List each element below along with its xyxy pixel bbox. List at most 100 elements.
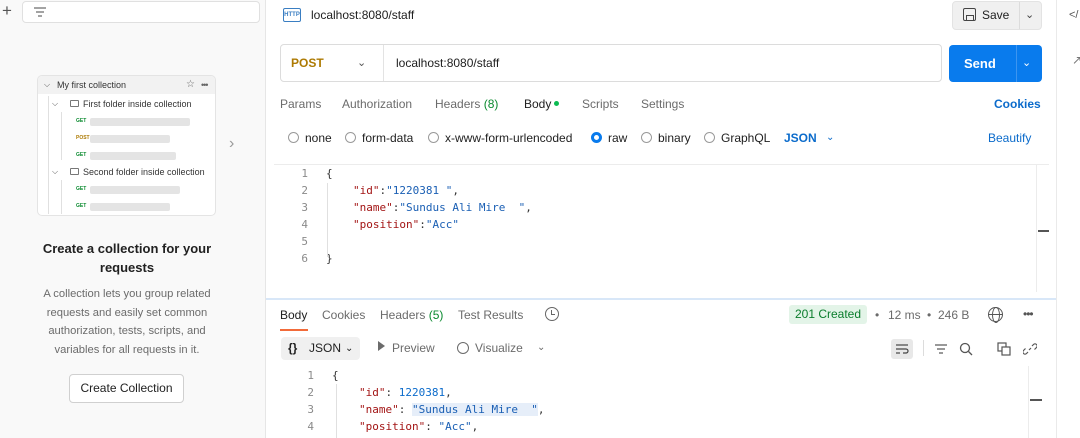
response-format-select[interactable]: {} JSON ⌄	[281, 337, 360, 360]
url-input[interactable]: localhost:8080/staff	[396, 45, 499, 81]
json-end: ,	[445, 386, 452, 399]
illustration-header: ⌵ My first collection ☆ •••	[38, 76, 215, 94]
create-collection-button[interactable]: Create Collection	[69, 374, 184, 403]
chevron-down-icon: ⌵	[44, 80, 51, 89]
json-value: "Acc"	[438, 420, 472, 433]
tab-headers-label: Headers	[435, 97, 481, 111]
active-tab-indicator	[280, 329, 308, 331]
save-label: Save	[982, 8, 1010, 22]
visualize-label: Visualize	[475, 341, 523, 355]
radio-raw[interactable]: raw	[591, 131, 627, 145]
status-badge[interactable]: 201 Created	[789, 305, 867, 324]
send-label: Send	[964, 56, 996, 71]
code-line: 2 "id":"1220381 ",	[274, 182, 1034, 199]
code-line: 3 "name": "Sundus Ali Mire ",	[280, 401, 1020, 418]
send-button[interactable]: Send ⌄	[949, 45, 1042, 82]
request-body-editor[interactable]: 1{ 2 "id":"1220381 ", 3 "name":"Sundus Ali…	[274, 164, 1049, 292]
placeholder-bar	[90, 152, 176, 160]
json-key: "position"	[359, 420, 426, 433]
status-dot	[554, 101, 560, 106]
plus-icon[interactable]: +	[0, 2, 14, 20]
visualize-icon	[457, 342, 469, 354]
illustration-folder-2: Second folder inside collection	[83, 167, 205, 177]
editor-scrollbar[interactable]	[1036, 164, 1048, 292]
response-tab-cookies[interactable]: Cookies	[322, 308, 365, 322]
scrollbar-thumb[interactable]	[1030, 399, 1042, 401]
response-scrollbar[interactable]	[1028, 366, 1042, 438]
response-divider[interactable]	[266, 298, 1056, 300]
tab-body[interactable]: Body	[524, 97, 560, 111]
chevron-down-icon: ⌵	[52, 99, 59, 108]
chevron-down-icon[interactable]: ⌄	[1022, 45, 1031, 82]
empty-state-title: Create a collection for your requests	[42, 241, 212, 275]
line-number: 3	[307, 403, 314, 416]
line-number: 2	[301, 184, 308, 197]
placeholder-bar	[90, 135, 170, 143]
response-tab-body[interactable]: Body	[280, 308, 307, 322]
save-button[interactable]: Save ⌄	[952, 1, 1042, 30]
line-number: 4	[301, 218, 308, 231]
request-title[interactable]: localhost:8080/staff	[311, 8, 414, 23]
json-sep: :	[398, 403, 412, 416]
filter-lines-icon[interactable]	[930, 339, 952, 359]
line-number: 1	[307, 369, 314, 382]
cookies-link[interactable]: Cookies	[994, 97, 1041, 111]
radio-label: form-data	[362, 131, 414, 145]
preview-label: Preview	[392, 341, 435, 355]
tab-settings[interactable]: Settings	[641, 97, 684, 111]
divider	[1016, 45, 1017, 82]
empty-state-description: A collection lets you group related requ…	[43, 288, 211, 356]
search-icon[interactable]	[955, 339, 977, 359]
body-format-select[interactable]: JSON	[784, 131, 817, 145]
code-line: 4 "position":"Acc"	[274, 216, 1034, 233]
response-body-viewer[interactable]: 1{ 2 "id": 1220381, 3 "name": "Sundus Ali …	[280, 366, 1030, 438]
response-size[interactable]: 246 B	[938, 308, 969, 322]
radio-urlencoded[interactable]: x-www-form-urlencoded	[428, 131, 572, 145]
filter-input[interactable]	[22, 1, 260, 23]
radio-none[interactable]: none	[288, 131, 332, 145]
json-key: "name"	[353, 201, 393, 214]
star-icon: ☆	[186, 79, 195, 90]
radio-form-data[interactable]: form-data	[345, 131, 413, 145]
preview-button[interactable]: Preview	[378, 341, 435, 355]
line-number: 4	[307, 420, 314, 433]
radio-binary[interactable]: binary	[641, 131, 691, 145]
chevron-right-icon[interactable]: ›	[229, 136, 241, 152]
http-icon: HTTP	[283, 8, 301, 22]
tab-params[interactable]: Params	[280, 97, 321, 111]
tab-scripts[interactable]: Scripts	[582, 97, 619, 111]
tab-authorization[interactable]: Authorization	[342, 97, 412, 111]
history-icon[interactable]	[545, 307, 559, 321]
chevron-down-icon[interactable]: ⌄	[1025, 2, 1034, 29]
radio-icon	[345, 132, 356, 143]
info-icon[interactable]: ↗	[1072, 53, 1080, 67]
divider	[1019, 2, 1020, 29]
code-icon[interactable]: </	[1069, 9, 1078, 21]
response-time[interactable]: 12 ms	[888, 308, 921, 322]
json-value: "Acc"	[425, 218, 459, 231]
globe-icon[interactable]	[988, 307, 1003, 323]
json-key: "name"	[359, 403, 399, 416]
tab-body-label: Body	[524, 97, 552, 111]
wrap-icon[interactable]	[891, 339, 913, 359]
response-tab-test-results[interactable]: Test Results	[458, 308, 523, 322]
copy-icon[interactable]	[993, 339, 1015, 359]
radio-graphql[interactable]: GraphQL	[704, 131, 770, 145]
right-panel-divider	[1056, 0, 1057, 438]
method-select[interactable]: POST ⌄	[281, 45, 384, 81]
link-icon[interactable]	[1019, 339, 1041, 359]
save-icon	[963, 8, 976, 21]
beautify-button[interactable]: Beautify	[988, 131, 1031, 145]
visualize-button[interactable]: Visualize	[457, 341, 523, 355]
scrollbar-thumb[interactable]	[1038, 230, 1049, 232]
response-tab-headers[interactable]: Headers (5)	[380, 308, 443, 322]
chevron-down-icon[interactable]: ⌄	[537, 341, 545, 355]
line-number: 3	[301, 201, 308, 214]
json-key: "id"	[353, 184, 380, 197]
tab-headers[interactable]: Headers (8)	[435, 97, 498, 111]
more-icon[interactable]: •••	[1023, 307, 1034, 321]
chevron-down-icon[interactable]: ⌄	[826, 131, 834, 145]
code-line: 2 "id": 1220381,	[280, 384, 1020, 401]
braces-icon: {}	[288, 341, 298, 355]
json-key: "id"	[359, 386, 386, 399]
